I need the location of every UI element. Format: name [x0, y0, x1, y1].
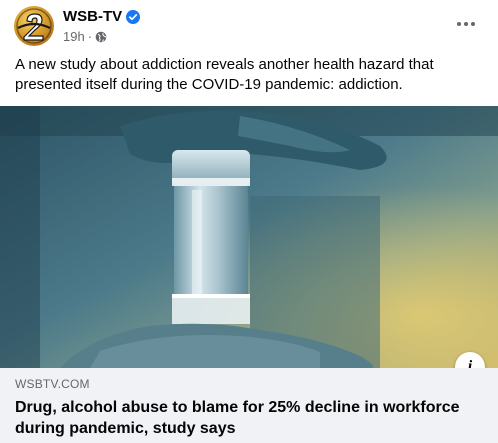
- post-meta: 19h ·: [63, 29, 107, 44]
- link-domain: WSBTV.COM: [15, 377, 90, 391]
- more-options-button[interactable]: [452, 12, 480, 36]
- page-name-row: WSB-TV: [63, 8, 141, 25]
- globe-icon: [95, 31, 107, 42]
- link-preview-footer[interactable]: WSBTV.COM Drug, alcohol abuse to blame f…: [0, 368, 498, 443]
- more-options-icon-dot: [471, 22, 475, 26]
- page-name[interactable]: WSB-TV: [63, 8, 122, 25]
- more-options-icon-dot: [464, 22, 468, 26]
- link-headline[interactable]: Drug, alcohol abuse to blame for 25% dec…: [15, 397, 485, 439]
- post-text: A new study about addiction reveals anot…: [15, 56, 434, 93]
- info-icon: i: [467, 358, 473, 368]
- channel-2-logo-icon: [16, 8, 52, 44]
- verified-badge-icon: [126, 9, 141, 24]
- meta-separator: ·: [87, 29, 93, 44]
- more-options-icon: [457, 22, 461, 26]
- post-timestamp[interactable]: 19h: [63, 29, 85, 44]
- post-header: WSB-TV 19h ·: [0, 0, 498, 52]
- link-preview-image[interactable]: i: [0, 106, 498, 368]
- page-avatar[interactable]: [14, 6, 54, 46]
- vial-photo: [0, 106, 498, 368]
